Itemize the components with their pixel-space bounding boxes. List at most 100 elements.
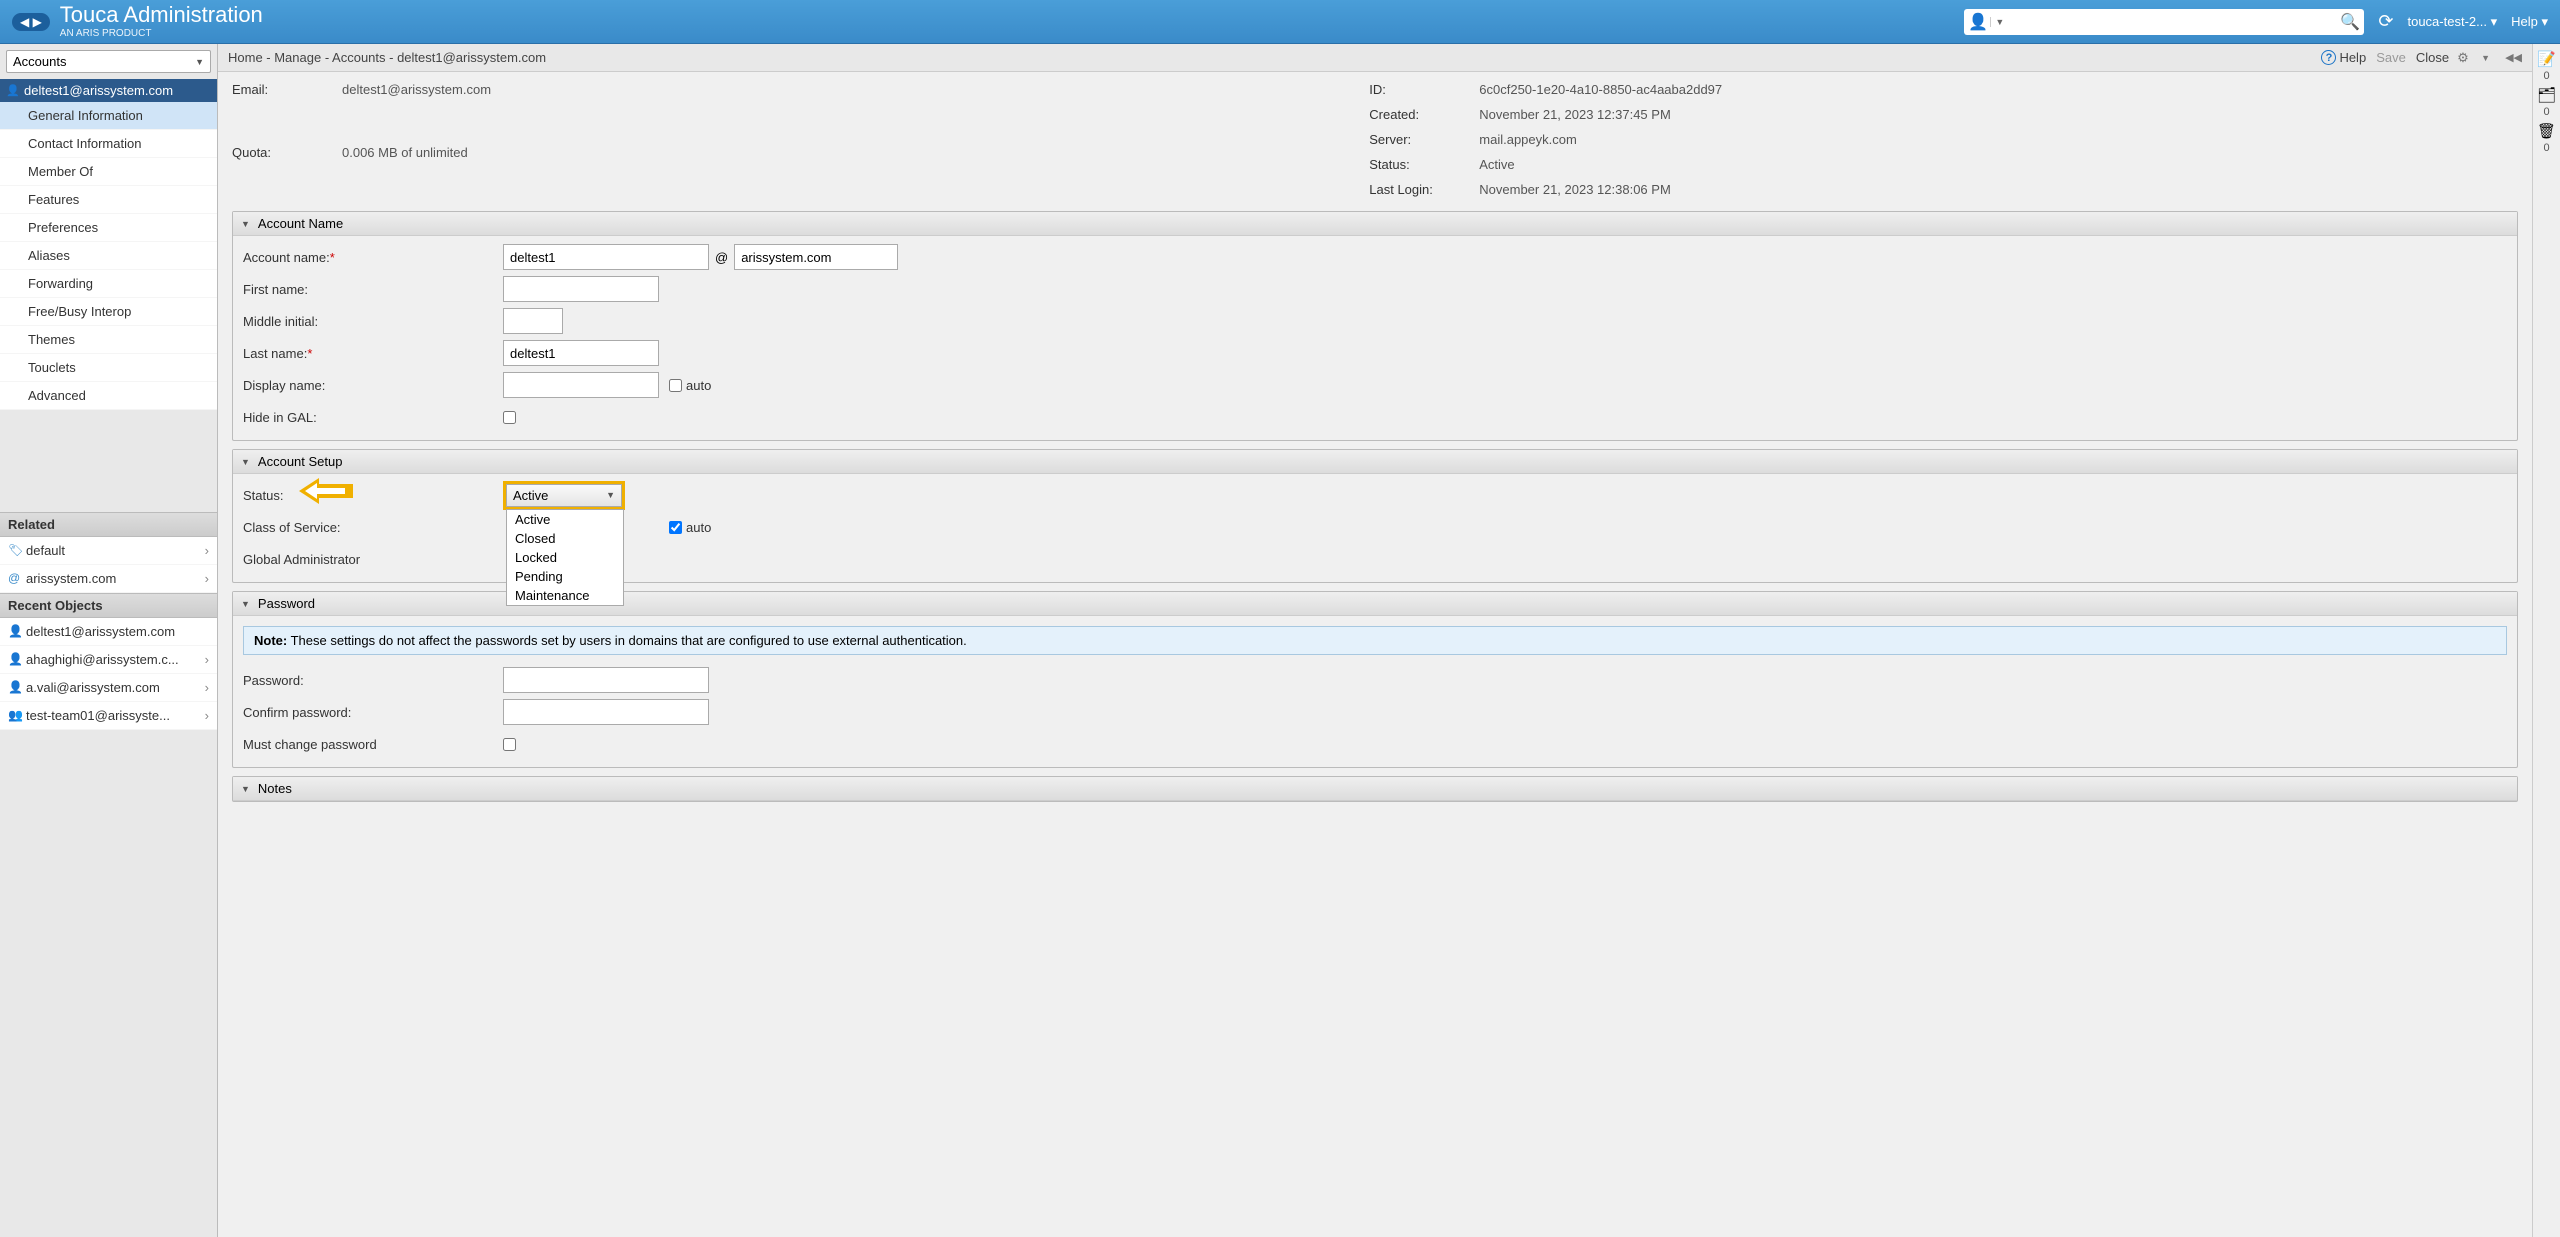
nav-member-of[interactable]: Member Of <box>0 158 217 186</box>
status-option-active[interactable]: Active <box>507 510 623 529</box>
save-button[interactable]: Save <box>2376 50 2406 65</box>
password-label: Password: <box>243 673 503 688</box>
middle-initial-label: Middle initial: <box>243 314 503 329</box>
recent-header: Recent Objects <box>0 593 217 618</box>
chevron-right-icon: › <box>205 680 209 695</box>
content-body: Email: deltest1@arissystem.com Quota: 0.… <box>218 72 2532 1237</box>
nav-aliases[interactable]: Aliases <box>0 242 217 270</box>
panel-password: ▼Password Note: These settings do not af… <box>232 591 2518 768</box>
dropdown-icon[interactable]: ▼ <box>2481 53 2497 63</box>
nav-features[interactable]: Features <box>0 186 217 214</box>
panel-notes-header[interactable]: ▼Notes <box>233 777 2517 801</box>
refresh-icon[interactable]: ⟳ <box>2378 11 2393 32</box>
close-button[interactable]: Close <box>2416 50 2449 65</box>
rail-edit-icon[interactable]: 📝 <box>2537 50 2556 68</box>
cos-auto-checkbox[interactable] <box>669 521 682 534</box>
last-name-label: Last name:* <box>243 346 503 361</box>
tree-select[interactable]: Accounts ▼ <box>6 50 211 73</box>
account-name-input[interactable] <box>503 244 709 270</box>
display-name-label: Display name: <box>243 378 503 393</box>
app-header: ◀ ▶ Touca Administration AN ARIS PRODUCT… <box>0 0 2560 44</box>
nav-contact-information[interactable]: Contact Information <box>0 130 217 158</box>
nav-list: General Information Contact Information … <box>0 102 217 410</box>
middle-initial-input[interactable] <box>503 308 563 334</box>
status-dropdown-menu: Active Closed Locked Pending Maintenance <box>506 509 624 606</box>
related-item-domain[interactable]: @ arissystem.com › <box>0 565 217 593</box>
help-button[interactable]: ?Help <box>2321 50 2366 65</box>
recent-item[interactable]: 👤 deltest1@arissystem.com <box>0 618 217 646</box>
display-name-auto-checkbox[interactable] <box>669 379 682 392</box>
created-value: November 21, 2023 12:37:45 PM <box>1479 107 2466 122</box>
person-icon: 👤 <box>8 624 26 638</box>
last-name-input[interactable] <box>503 340 659 366</box>
help-link[interactable]: Help ▾ <box>2511 14 2548 30</box>
chevron-right-icon: › <box>205 543 209 558</box>
rail-trash-icon[interactable]: 🗑 <box>2537 122 2556 140</box>
nav-preferences[interactable]: Preferences <box>0 214 217 242</box>
collapse-icon[interactable]: ◀◀ <box>2505 51 2522 64</box>
rail-count: 0 <box>2543 142 2549 154</box>
right-rail: 📝 0 🗂 0 🗑 0 <box>2532 44 2560 1237</box>
search-icon[interactable]: 🔍 <box>2340 12 2360 32</box>
recent-item[interactable]: 👤 a.vali@arissystem.com › <box>0 674 217 702</box>
chevron-down-icon: ▼ <box>195 57 204 67</box>
recent-item[interactable]: 👥 test-team01@arissyste... › <box>0 702 217 730</box>
confirm-password-input[interactable] <box>503 699 709 725</box>
status-select[interactable]: Active ▼ Active Closed Locked Pending Ma… <box>506 484 622 507</box>
triangle-down-icon: ▼ <box>241 784 250 794</box>
related-item-default[interactable]: 🏷 default › <box>0 537 217 565</box>
related-header: Related <box>0 512 217 537</box>
chevron-right-icon: › <box>205 652 209 667</box>
status-option-maintenance[interactable]: Maintenance <box>507 586 623 605</box>
id-value: 6c0cf250-1e20-4a10-8850-ac4aaba2dd97 <box>1479 82 2466 97</box>
content-toolbar: Home - Manage - Accounts - deltest1@aris… <box>218 44 2532 72</box>
hide-gal-label: Hide in GAL: <box>243 410 503 425</box>
gear-icon[interactable]: ⚙ <box>2457 50 2473 66</box>
nav-arrows[interactable]: ◀ ▶ <box>12 13 50 31</box>
search-input[interactable] <box>2004 14 2340 29</box>
triangle-down-icon: ▼ <box>241 457 250 467</box>
panel-account-name: ▼Account Name Account name:* @ First nam… <box>232 211 2518 441</box>
nav-forwarding[interactable]: Forwarding <box>0 270 217 298</box>
email-label: Email: <box>232 82 342 135</box>
must-change-label: Must change password <box>243 737 503 752</box>
panel-account-setup-header[interactable]: ▼Account Setup <box>233 450 2517 474</box>
person-icon: 👤 <box>8 652 26 666</box>
hide-gal-checkbox[interactable] <box>503 411 516 424</box>
rail-stack-icon[interactable]: 🗂 <box>2537 86 2556 104</box>
cos-label: Class of Service: <box>243 520 503 535</box>
status-option-closed[interactable]: Closed <box>507 529 623 548</box>
password-input[interactable] <box>503 667 709 693</box>
help-icon: ? <box>2321 50 2336 65</box>
status-value: Active <box>1479 157 2466 172</box>
chevron-right-icon: › <box>205 571 209 586</box>
status-option-locked[interactable]: Locked <box>507 548 623 567</box>
id-label: ID: <box>1369 82 1479 97</box>
password-note: Note: These settings do not affect the p… <box>243 626 2507 655</box>
nav-free-busy-interop[interactable]: Free/Busy Interop <box>0 298 217 326</box>
first-name-label: First name: <box>243 282 503 297</box>
nav-themes[interactable]: Themes <box>0 326 217 354</box>
first-name-input[interactable] <box>503 276 659 302</box>
tree-account-item[interactable]: deltest1@arissystem.com <box>0 79 217 102</box>
status-field-label: Status: <box>243 488 503 503</box>
panel-account-name-header[interactable]: ▼Account Name <box>233 212 2517 236</box>
status-option-pending[interactable]: Pending <box>507 567 623 586</box>
must-change-checkbox[interactable] <box>503 738 516 751</box>
search-box[interactable]: 👤 ▼ 🔍 <box>1964 9 2364 35</box>
nav-touclets[interactable]: Touclets <box>0 354 217 382</box>
nav-advanced[interactable]: Advanced <box>0 382 217 410</box>
search-type-dropdown[interactable]: ▼ <box>1990 17 2004 27</box>
global-admin-label: Global Administrator <box>243 552 503 567</box>
confirm-password-label: Confirm password: <box>243 705 503 720</box>
lastlogin-label: Last Login: <box>1369 182 1479 197</box>
status-highlight-box: Active ▼ Active Closed Locked Pending Ma… <box>503 481 625 510</box>
sidebar: Accounts ▼ deltest1@arissystem.com Gener… <box>0 44 218 1237</box>
recent-item[interactable]: 👤 ahaghighi@arissystem.c... › <box>0 646 217 674</box>
display-name-input[interactable] <box>503 372 659 398</box>
email-value: deltest1@arissystem.com <box>342 82 1329 135</box>
user-dropdown[interactable]: touca-test-2... ▾ <box>2407 14 2497 30</box>
domain-input[interactable] <box>734 244 898 270</box>
info-grid: Email: deltest1@arissystem.com Quota: 0.… <box>232 82 2518 197</box>
nav-general-information[interactable]: General Information <box>0 102 217 130</box>
